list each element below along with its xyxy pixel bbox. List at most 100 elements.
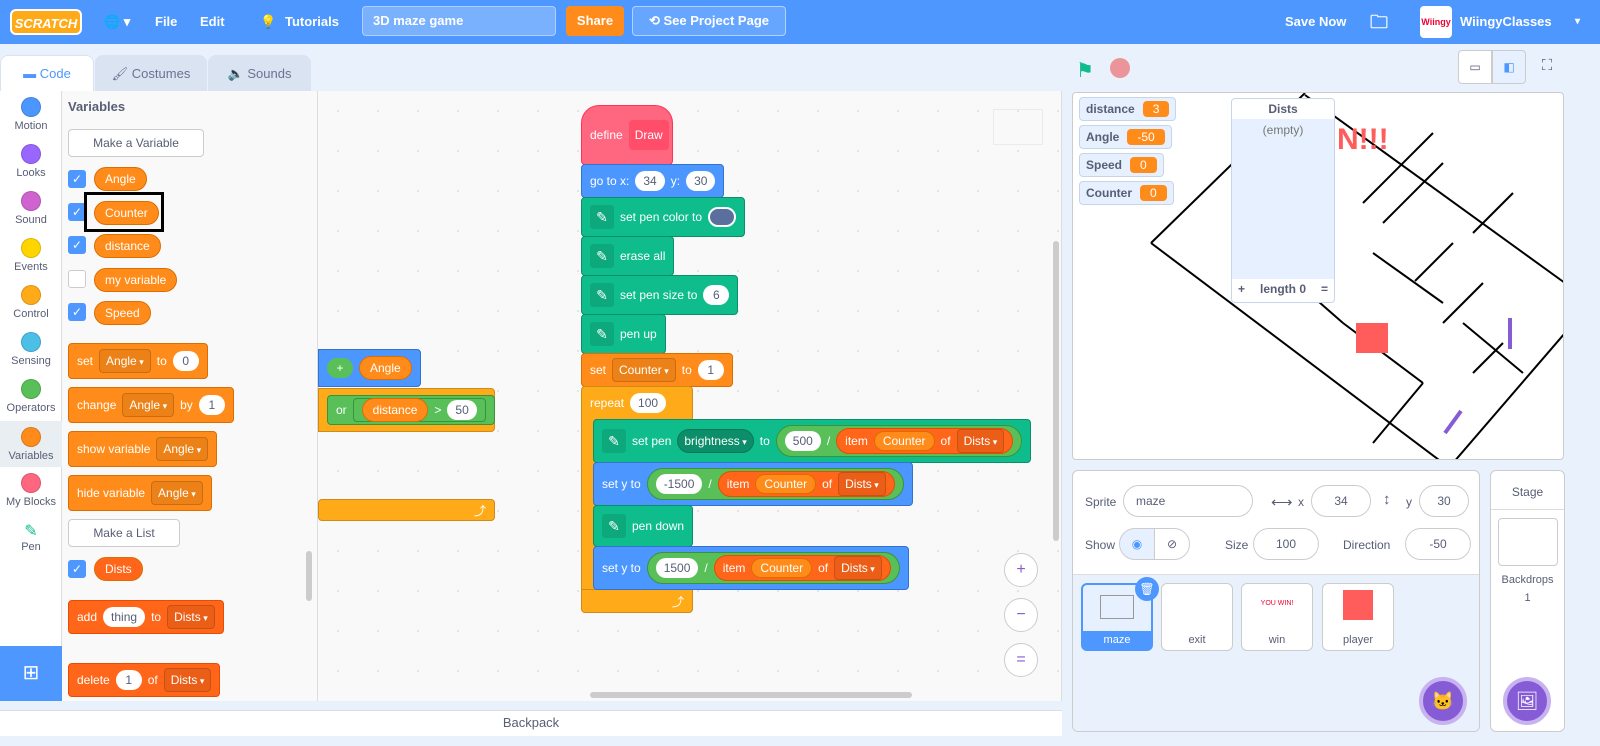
set-y-block[interactable]: set y to -1500 / item Counter of Dists <box>593 462 913 506</box>
add-to-list-block[interactable]: add thing to Dists <box>68 600 224 634</box>
category-looks[interactable]: Looks <box>0 144 62 179</box>
value-input[interactable]: 1500 <box>655 558 699 578</box>
delete-sprite-trash-icon[interactable]: 🗑 <box>1135 577 1159 601</box>
category-sound[interactable]: Sound <box>0 191 62 226</box>
stage-target-pane[interactable]: Stage Backdrops 1 🖼 <box>1490 470 1565 732</box>
set-pen-param-block[interactable]: ✎ set pen brightness to 500 / item Counter of Dis… <box>593 419 1032 463</box>
color-swatch[interactable] <box>708 207 737 227</box>
variable-dropdown[interactable]: Angle <box>99 349 151 373</box>
counter-reporter[interactable]: Counter <box>873 431 935 451</box>
code-workspace[interactable]: + Angle or distance >50 ⤴ define Draw go to … <box>318 91 1062 701</box>
stop-icon[interactable] <box>1110 58 1130 78</box>
category-operators[interactable]: Operators <box>0 379 62 414</box>
variable-reporter-angle[interactable]: Angle <box>94 167 147 191</box>
list-dropdown[interactable]: Dists <box>956 429 1005 453</box>
delete-of-list-block[interactable]: delete 1 of Dists <box>68 663 221 697</box>
file-menu[interactable]: File <box>155 0 177 44</box>
choose-backdrop-icon[interactable]: 🖼 <box>1503 677 1551 725</box>
checkbox-my-variable[interactable] <box>68 270 86 288</box>
variable-dropdown[interactable]: Angle <box>151 481 203 505</box>
zoom-reset-button[interactable]: = <box>1004 643 1038 677</box>
category-variables[interactable]: Variables <box>0 421 62 467</box>
pen-param-dropdown[interactable]: brightness <box>677 429 754 453</box>
set-pen-size-block[interactable]: ✎ set pen size to 6 <box>581 275 739 315</box>
tab-sounds[interactable]: 🔈 Sounds <box>208 55 311 91</box>
zoom-out-button[interactable]: − <box>1004 598 1038 632</box>
variable-dropdown[interactable]: Angle <box>156 437 209 461</box>
list-dropdown[interactable]: Dists <box>838 472 886 496</box>
sprite-thumb-exit[interactable]: exit <box>1161 583 1233 651</box>
stage-canvas[interactable]: N!!! distance 3 Angle -50 Speed 0 Counter 0 … <box>1072 92 1564 460</box>
variable-dropdown[interactable]: Angle <box>122 393 175 417</box>
counter-reporter[interactable]: Counter <box>751 558 813 578</box>
monitor-speed[interactable]: Speed 0 <box>1079 153 1164 177</box>
sprite-thumb-win[interactable]: YOU WIN! win <box>1241 583 1313 651</box>
set-y-block-2[interactable]: set y to 1500 / item Counter of Dists <box>593 546 909 590</box>
y-input[interactable]: 30 <box>1419 485 1469 517</box>
checkbox-distance[interactable]: ✓ <box>68 236 86 254</box>
see-project-page-button[interactable]: ⟲ See Project Page <box>632 6 786 36</box>
project-title-input[interactable]: 3D maze game <box>362 6 556 36</box>
category-control[interactable]: Control <box>0 285 62 320</box>
fullscreen-icon[interactable]: ⛶ <box>1530 50 1564 84</box>
vertical-scrollbar[interactable] <box>1053 241 1059 541</box>
make-list-button[interactable]: Make a List <box>68 519 180 547</box>
x-input[interactable]: 34 <box>635 171 665 191</box>
index-input[interactable]: 1 <box>115 670 142 690</box>
folder-icon[interactable]: 🗀 <box>1370 0 1388 44</box>
save-now-button[interactable]: Save Now <box>1285 0 1346 44</box>
normal-stage-button[interactable]: ◧ <box>1492 50 1526 84</box>
define-block[interactable]: define Draw <box>581 105 673 165</box>
monitor-counter[interactable]: Counter 0 <box>1079 181 1174 205</box>
tutorials-menu[interactable]: Tutorials <box>285 0 339 44</box>
list-dropdown[interactable]: Dists <box>834 556 882 580</box>
category-sensing[interactable]: Sensing <box>0 332 62 367</box>
show-variable-block[interactable]: show variable Angle <box>68 431 218 467</box>
list-reporter-dists[interactable]: Dists <box>94 557 143 581</box>
choose-sprite-cat-icon[interactable]: 🐱 <box>1419 677 1467 725</box>
palette-scrollbar[interactable] <box>306 551 312 601</box>
zoom-in-button[interactable]: + <box>1004 553 1038 587</box>
item-input[interactable]: thing <box>103 607 146 627</box>
edit-menu[interactable]: Edit <box>200 0 225 44</box>
variable-reporter-distance[interactable]: distance <box>94 234 161 258</box>
variable-dropdown[interactable]: Counter <box>612 358 676 382</box>
repeat-count-input[interactable]: 100 <box>630 393 667 413</box>
category-motion[interactable]: Motion <box>0 97 62 132</box>
chevron-down-icon[interactable]: ▾ <box>1575 0 1580 44</box>
size-input[interactable]: 100 <box>1253 528 1319 560</box>
show-hidden-eye-icon[interactable]: ⊘ <box>1154 528 1190 560</box>
value-input[interactable]: 1 <box>198 395 225 415</box>
item-of-list-reporter[interactable]: item Counter of Dists <box>713 555 891 581</box>
checkbox-speed[interactable]: ✓ <box>68 303 86 321</box>
x-input[interactable]: 34 <box>1311 485 1371 517</box>
sprite-name-input[interactable]: maze <box>1123 485 1253 517</box>
make-variable-button[interactable]: Make a Variable <box>68 129 204 157</box>
tab-costumes[interactable]: 🖌 Costumes <box>95 55 207 91</box>
list-add-button[interactable]: + <box>1238 282 1245 296</box>
category-pen[interactable]: ✎ Pen <box>0 521 62 553</box>
avatar[interactable]: Wiingy <box>1420 6 1452 38</box>
set-counter-block[interactable]: set Counter to 1 <box>581 353 733 387</box>
item-of-list-reporter[interactable]: item Counter of Dists <box>717 471 895 497</box>
checkbox-dists[interactable]: ✓ <box>68 560 86 578</box>
y-input[interactable]: 30 <box>686 171 716 191</box>
value-input[interactable]: 500 <box>784 431 821 451</box>
sprite-thumb-player[interactable]: player <box>1322 583 1394 651</box>
set-pen-color-block[interactable]: ✎ set pen color to <box>581 197 746 237</box>
category-my-blocks[interactable]: My Blocks <box>0 473 62 508</box>
small-stage-button[interactable]: ▭ <box>1458 50 1492 84</box>
counter-reporter[interactable]: Counter <box>755 474 817 494</box>
erase-all-block[interactable]: ✎ erase all <box>581 236 675 276</box>
size-input[interactable]: 6 <box>703 285 730 305</box>
direction-input[interactable]: -50 <box>1405 528 1471 560</box>
monitor-angle[interactable]: Angle -50 <box>1079 125 1172 149</box>
add-extension-button[interactable]: ⊞ <box>0 646 62 701</box>
set-variable-block[interactable]: set Angleto 0 <box>68 343 208 379</box>
value-input[interactable]: -1500 <box>655 474 703 494</box>
ghost-if-block[interactable]: or distance >50 <box>318 388 495 432</box>
variable-reporter-my-variable[interactable]: my variable <box>94 268 178 292</box>
list-dropdown[interactable]: Dists <box>167 605 215 629</box>
show-visible-eye-icon[interactable]: ◉ <box>1119 528 1155 560</box>
backpack-bar[interactable]: Backpack <box>0 710 1062 736</box>
